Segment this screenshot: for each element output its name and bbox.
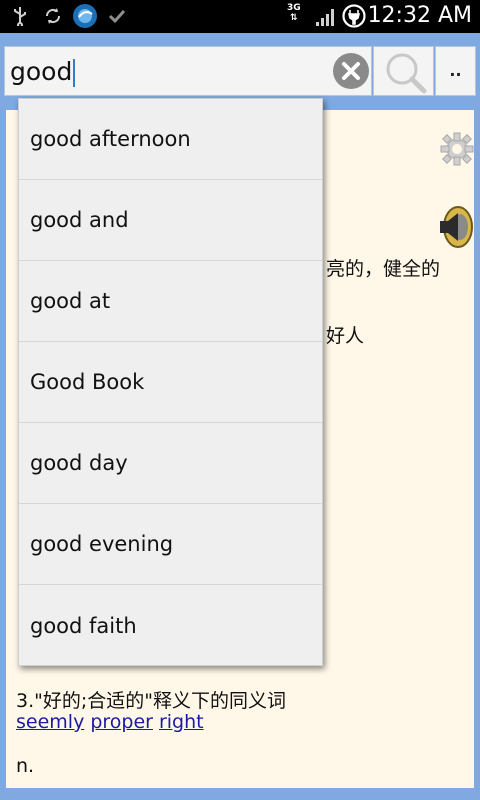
battery-charging-icon (342, 4, 366, 28)
signal-icon (314, 6, 338, 26)
suggestion-item[interactable]: good afternoon (19, 99, 322, 180)
search-button[interactable] (373, 46, 434, 96)
synonym-heading: 3."好的;合适的"释义下的同义词 (16, 690, 287, 712)
synonym-links: seemly proper right (16, 711, 210, 733)
app-notification-icon (72, 3, 98, 29)
synonym-link[interactable]: seemly (16, 711, 84, 733)
part-of-speech: n. (16, 755, 35, 777)
close-icon (342, 62, 360, 80)
suggestion-dropdown: good afternoon good and good at Good Boo… (18, 98, 323, 666)
text-cursor (73, 59, 76, 87)
usb-icon (12, 6, 28, 26)
speaker-icon[interactable] (436, 205, 474, 249)
synonym-link[interactable]: proper (90, 711, 153, 733)
search-input[interactable]: good (4, 46, 372, 96)
suggestion-item[interactable]: good faith (19, 585, 322, 666)
definition-fragment: 好人 (326, 325, 365, 347)
suggestion-item[interactable]: good and (19, 180, 322, 261)
sync-icon (44, 6, 62, 26)
search-icon (386, 53, 427, 94)
more-menu-button[interactable]: .. (435, 46, 476, 96)
status-bar: 3G ⇅ 12:32 AM (0, 0, 480, 33)
network-type-icon: 3G ⇅ (287, 3, 301, 23)
clear-search-button[interactable] (333, 53, 369, 89)
check-icon (108, 6, 126, 26)
definition-fragment: 亮的，健全的 (326, 258, 441, 280)
gear-icon[interactable] (440, 132, 474, 166)
suggestion-item[interactable]: Good Book (19, 342, 322, 423)
search-query[interactable]: good (10, 57, 72, 86)
clock: 12:32 AM (367, 3, 472, 28)
suggestion-item[interactable]: good evening (19, 504, 322, 585)
suggestion-item[interactable]: good day (19, 423, 322, 504)
synonym-link[interactable]: right (159, 711, 204, 733)
suggestion-item[interactable]: good at (19, 261, 322, 342)
